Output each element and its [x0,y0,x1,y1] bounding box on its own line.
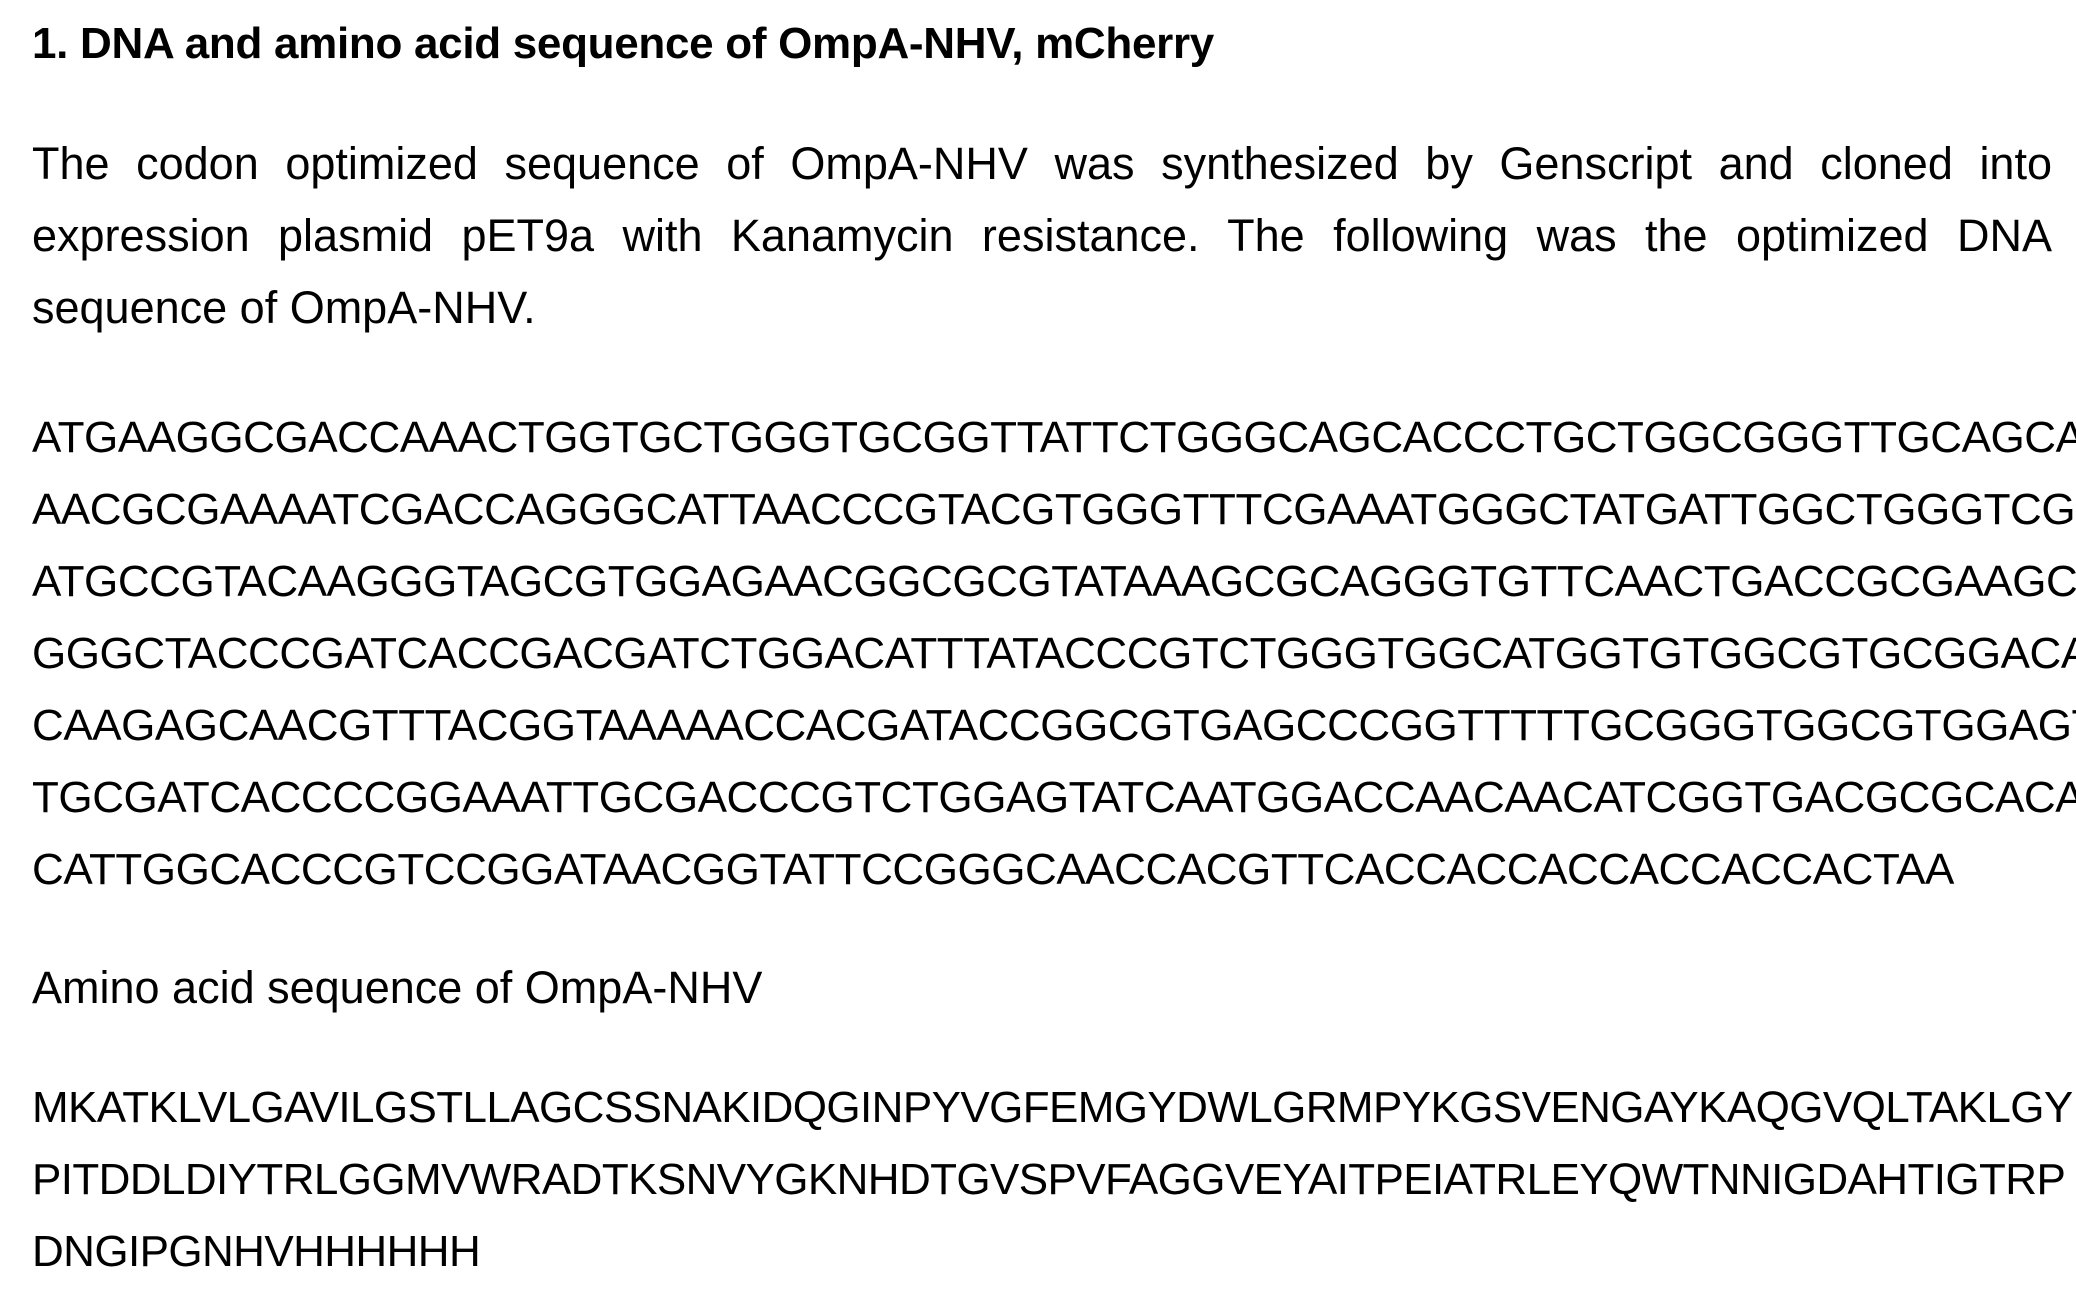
dna-sequence-block: ATGAAGGCGACCAAACTGGTGCTGGGTGCGGTTATTCTGG… [32,402,2076,906]
amino-acid-sequence-line: MKATKLVLGAVILGSTLLAGCSSNAKIDQGINPYVGFEMG… [32,1083,2073,1132]
amino-acid-sequence-line: PITDDLDIYTRLGGMVWRADTKSNVYGKNHDTGVSPVFAG… [32,1155,2066,1204]
amino-acid-sequence-line: DNGIPGNHVHHHHHH [32,1227,481,1276]
intro-paragraph: The codon optimized sequence of OmpA-NHV… [32,138,2052,333]
amino-acid-sequence-block: MKATKLVLGAVILGSTLLAGCSSNAKIDQGINPYVGFEMG… [32,1072,2073,1288]
dna-sequence-line: GGGCTACCCGATCACCGACGATCTGGACATTTATACCCGT… [32,629,2076,678]
section-heading: 1. DNA and amino acid sequence of OmpA-N… [32,19,1214,68]
dna-sequence-line: ATGCCGTACAAGGGTAGCGTGGAGAACGGCGCGTATAAAG… [32,557,2076,606]
amino-acid-heading: Amino acid sequence of OmpA-NHV [32,962,763,1013]
document-page: 1. DNA and amino acid sequence of OmpA-N… [32,16,2076,1288]
dna-sequence-line: CAAGAGCAACGTTTACGGTAAAAACCACGATACCGGCGTG… [32,701,2076,750]
dna-sequence-line: TGCGATCACCCCGGAAATTGCGACCCGTCTGGAGTATCAA… [32,773,2076,822]
dna-sequence-line: CATTGGCACCCGTCCGGATAACGGTATTCCGGGCAACCAC… [32,845,1954,894]
dna-sequence-line: AACGCGAAAATCGACCAGGGCATTAACCCGTACGTGGGTT… [32,485,2076,534]
dna-sequence-line: ATGAAGGCGACCAAACTGGTGCTGGGTGCGGTTATTCTGG… [32,413,2076,462]
